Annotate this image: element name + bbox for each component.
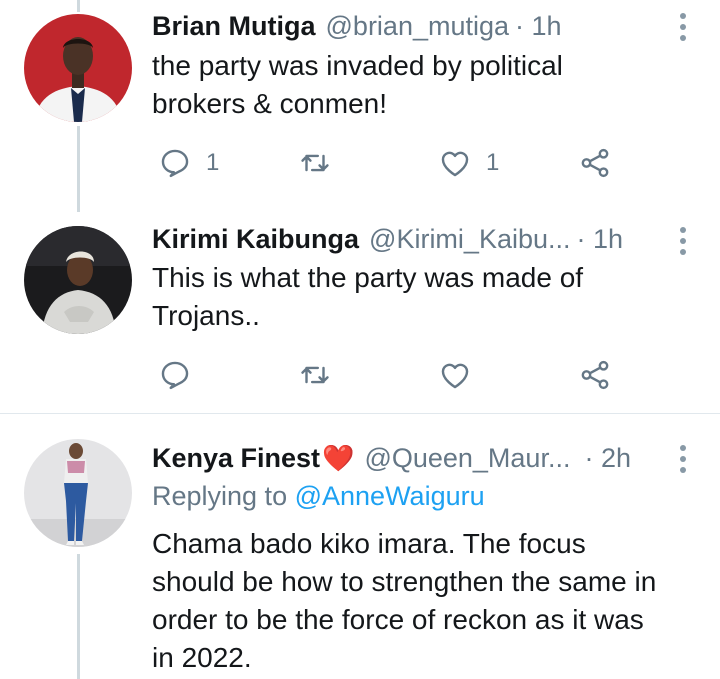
more-options-icon[interactable] <box>676 445 690 473</box>
share-button[interactable] <box>578 143 612 183</box>
reply-count: 1 <box>206 149 220 176</box>
retweet-button[interactable] <box>298 143 346 183</box>
tweet-text-line: in 2022. <box>152 642 252 673</box>
retweet-icon <box>301 154 329 172</box>
share-button[interactable] <box>578 355 612 395</box>
more-options-icon[interactable] <box>676 13 690 41</box>
tweet-text-line: should be how to strengthen the same in <box>152 566 657 597</box>
replying-to: Replying to @AnneWaiguru <box>152 481 485 512</box>
reply-icon <box>161 361 189 390</box>
share-icon <box>581 360 609 390</box>
author-handle[interactable]: @Queen_Maur... <box>364 443 570 474</box>
replying-to-mention[interactable]: @AnneWaiguru <box>295 481 485 511</box>
like-count: 1 <box>486 149 500 176</box>
retweet-icon <box>301 366 329 384</box>
replying-to-label: Replying to <box>152 481 288 511</box>
tweet-text: This is what the party was made of Troja… <box>152 259 707 335</box>
tweet-text-line: Chama bado kiko imara. The focus <box>152 528 586 559</box>
tweet-text: Chama bado kiko imara. The focus should … <box>152 525 707 677</box>
tweet-text-line: This is what the party was made of <box>152 262 584 293</box>
tweet-text-line: the party was invaded by political <box>152 50 563 81</box>
thread-line <box>77 126 80 212</box>
tweet-text-line: Trojans.. <box>152 300 260 331</box>
tweet-text: the party was invaded by political broke… <box>152 47 707 123</box>
avatar[interactable] <box>24 14 132 122</box>
author-handle[interactable]: @brian_mutiga <box>326 11 510 42</box>
timestamp[interactable]: · 2h <box>584 443 631 474</box>
author-name[interactable]: Brian Mutiga <box>152 11 316 42</box>
more-options-icon[interactable] <box>676 227 690 255</box>
author-name[interactable]: Kirimi Kaibunga <box>152 224 359 255</box>
tweet-actions: 1 1 <box>152 143 622 183</box>
thread-line <box>77 554 80 679</box>
retweet-button[interactable] <box>298 355 346 395</box>
heart-emoji: ❤️ <box>322 442 355 473</box>
share-icon <box>581 148 609 178</box>
avatar[interactable] <box>24 226 132 334</box>
reply-button[interactable] <box>158 355 206 395</box>
author-name[interactable]: Kenya Finest <box>152 443 320 474</box>
like-button[interactable] <box>438 355 486 395</box>
reply-icon <box>161 149 189 178</box>
heart-icon <box>441 363 469 389</box>
reply-button[interactable]: 1 <box>158 143 219 183</box>
timestamp[interactable]: · 1h <box>577 224 624 255</box>
thread-line <box>77 0 80 12</box>
author-handle[interactable]: @Kirimi_Kaibu... <box>369 224 570 255</box>
divider <box>0 413 720 414</box>
avatar[interactable] <box>24 439 132 547</box>
heart-icon <box>441 151 469 177</box>
timestamp[interactable]: · 1h <box>515 11 562 42</box>
tweet-text-line: order to be the force of reckon as it wa… <box>152 604 644 635</box>
tweet-actions <box>152 355 622 395</box>
like-button[interactable]: 1 <box>438 143 499 183</box>
tweet-text-line: brokers & conmen! <box>152 88 387 119</box>
